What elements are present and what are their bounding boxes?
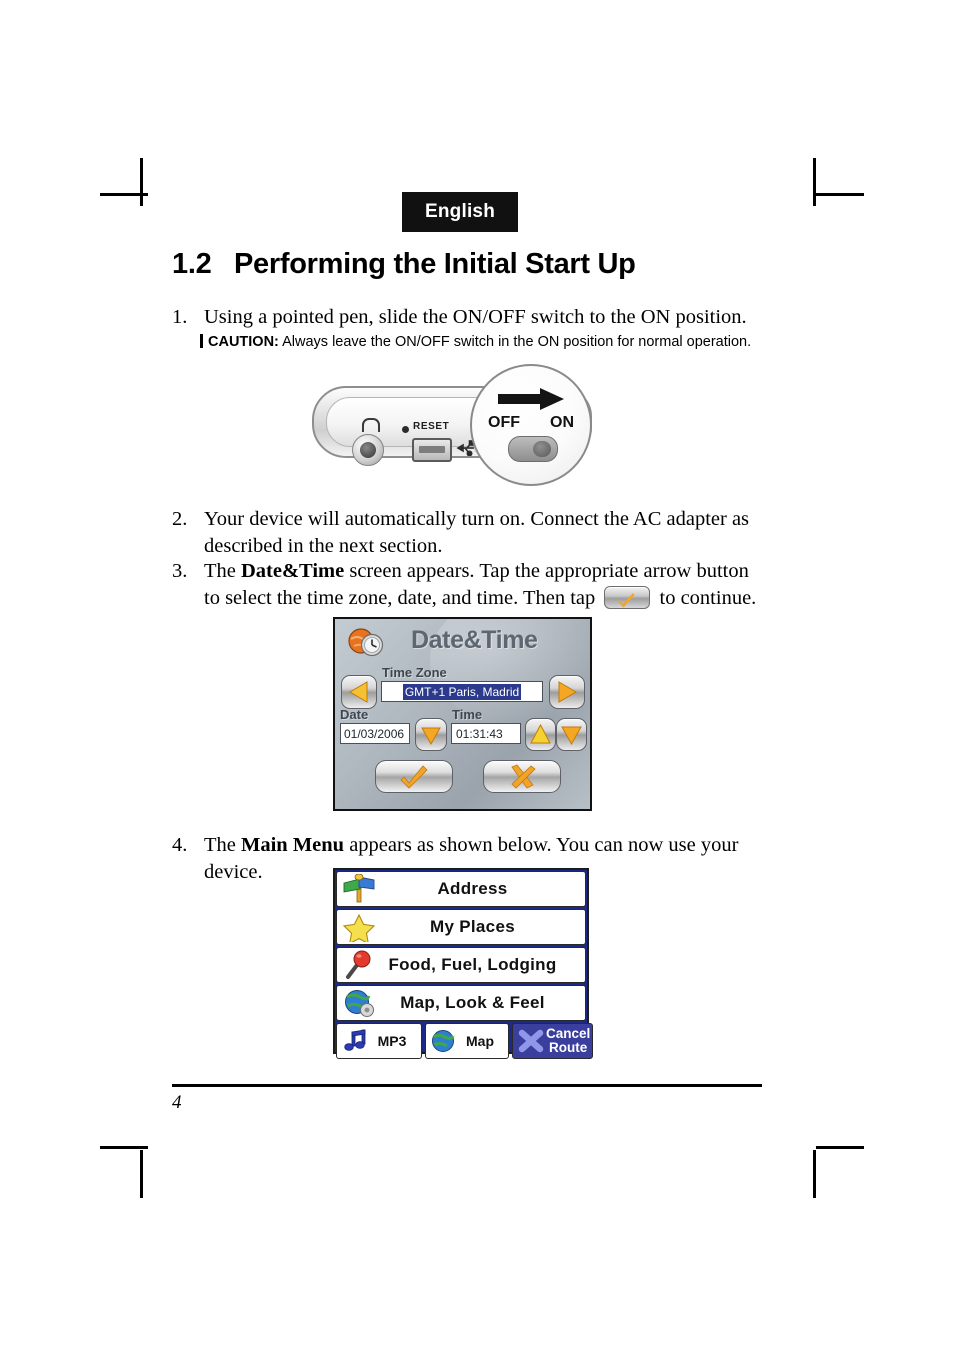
- mp3-button[interactable]: MP3: [336, 1023, 422, 1059]
- footer-divider: [172, 1084, 762, 1087]
- usb-port: [412, 438, 452, 462]
- page-title: 1.2 Performing the Initial Start Up: [172, 248, 636, 281]
- caution-text: Always leave the ON/OFF switch in the ON…: [278, 334, 752, 350]
- checkmark-icon: [618, 589, 636, 608]
- map-pin-icon: [340, 950, 378, 980]
- crop-mark-bottom-left-horizontal: [100, 1146, 148, 1149]
- map-button-label: Map: [466, 1033, 494, 1049]
- step-4-bold-mainmenu: Main Menu: [241, 834, 345, 856]
- time-up-button[interactable]: [525, 718, 556, 751]
- crop-mark-top-left-vertical: [140, 158, 143, 206]
- right-arrow-icon: [498, 388, 564, 410]
- x-icon: [516, 1028, 546, 1054]
- mp3-button-label: MP3: [377, 1033, 407, 1049]
- step-4-marker: 4.: [172, 834, 188, 856]
- cancel-route-button[interactable]: Cancel Route: [512, 1023, 594, 1059]
- headphone-jack-icon: [362, 418, 380, 432]
- reset-label: RESET: [413, 421, 450, 432]
- step-1-text: Using a pointed pen, slide the ON/OFF sw…: [204, 306, 747, 328]
- datetime-confirm-button[interactable]: [375, 760, 453, 793]
- crop-mark-top-left-horizontal: [100, 193, 148, 196]
- step-3: 3. The Date&Time screen appears. Tap the…: [172, 558, 764, 613]
- language-banner: English: [402, 192, 518, 232]
- section-number: 1.2: [172, 248, 212, 280]
- step-4-text-part1: The: [204, 834, 241, 856]
- step-3-text-part3: to continue.: [654, 587, 757, 610]
- inline-confirm-button-icon: [604, 586, 651, 610]
- timezone-field[interactable]: GMT+1 Paris, Madrid: [381, 681, 543, 702]
- timezone-label: Time Zone: [382, 665, 447, 680]
- datetime-cancel-button[interactable]: [483, 760, 561, 793]
- main-menu-item-my-places[interactable]: My Places: [336, 909, 586, 945]
- datetime-title: Date&Time: [411, 626, 538, 654]
- reset-dot-icon: [402, 426, 409, 433]
- datetime-screen: Date&Time Time Zone GMT+1 Paris, Madrid …: [333, 617, 592, 811]
- device-onoff-switch-figure: RESET OFF ON: [312, 364, 622, 486]
- cancel-route-button-label: Cancel Route: [546, 1027, 592, 1055]
- step-1: 1. Using a pointed pen, slide the ON/OFF…: [172, 304, 772, 331]
- step-2-text: Your device will automatically turn on. …: [204, 508, 750, 558]
- time-down-button[interactable]: [556, 718, 587, 751]
- step-2: 2. Your device will automatically turn o…: [172, 506, 764, 561]
- onoff-switch-knob: [533, 441, 551, 457]
- main-menu-item-label: My Places: [430, 917, 515, 936]
- main-menu-item-label: Food, Fuel, Lodging: [388, 955, 557, 974]
- caution-keyword: CAUTION:: [208, 334, 279, 350]
- caution-note: CAUTION: Always leave the ON/OFF switch …: [200, 334, 751, 350]
- step-3-bold-datetime: Date&Time: [241, 560, 345, 582]
- section-title: Performing the Initial Start Up: [234, 248, 636, 280]
- switch-on-label: ON: [550, 414, 574, 431]
- date-label: Date: [340, 707, 369, 722]
- caution-bar-icon: [200, 334, 203, 348]
- music-note-icon: [341, 1029, 369, 1053]
- globe-gear-icon: [340, 988, 378, 1018]
- globe-clock-icon: [347, 627, 387, 657]
- cancel-route-line2: Route: [549, 1040, 588, 1055]
- document-page: English 1.2 Performing the Initial Start …: [170, 186, 780, 1116]
- timezone-previous-button[interactable]: [341, 675, 377, 709]
- cancel-route-line1: Cancel: [546, 1026, 591, 1041]
- step-3-text: The Date&Time screen appears. Tap the ap…: [204, 558, 764, 613]
- crop-mark-top-right-vertical: [813, 158, 816, 206]
- main-menu-item-address[interactable]: Address: [336, 871, 586, 907]
- main-menu-item-map-look-feel[interactable]: Map, Look & Feel: [336, 985, 586, 1021]
- crop-mark-bottom-left-vertical: [140, 1150, 143, 1198]
- main-menu-bottom-bar: MP3 Map Cancel Route: [336, 1023, 594, 1059]
- onoff-switch-track: [508, 436, 558, 462]
- page-number: 4: [172, 1092, 182, 1113]
- map-button[interactable]: Map: [425, 1023, 509, 1059]
- date-field[interactable]: 01/03/2006: [340, 723, 410, 744]
- step-3-marker: 3.: [172, 560, 188, 582]
- signpost-icon: [340, 873, 378, 904]
- crop-mark-bottom-right-vertical: [813, 1150, 816, 1198]
- main-menu-item-label: Map, Look & Feel: [400, 993, 545, 1012]
- step-2-marker: 2.: [172, 508, 188, 530]
- main-menu-item-food-fuel-lodging[interactable]: Food, Fuel, Lodging: [336, 947, 586, 983]
- switch-callout-circle: OFF ON: [470, 364, 592, 486]
- crop-mark-bottom-right-horizontal: [816, 1146, 864, 1149]
- globe-icon: [430, 1029, 458, 1053]
- step-1-marker: 1.: [172, 306, 188, 328]
- star-icon: [340, 912, 378, 945]
- timezone-next-button[interactable]: [549, 675, 585, 709]
- headphone-port: [352, 434, 384, 466]
- step-3-text-part1: The: [204, 560, 241, 582]
- date-down-button[interactable]: [415, 718, 447, 751]
- time-field[interactable]: 01:31:43: [451, 723, 521, 744]
- main-menu-item-label: Address: [437, 879, 508, 898]
- time-label: Time: [452, 707, 483, 722]
- crop-mark-top-right-horizontal: [816, 193, 864, 196]
- switch-off-label: OFF: [488, 414, 520, 431]
- timezone-value: GMT+1 Paris, Madrid: [402, 683, 522, 700]
- main-menu-screen: Address My Places Food, Fuel, Lodging Ma…: [333, 868, 594, 1059]
